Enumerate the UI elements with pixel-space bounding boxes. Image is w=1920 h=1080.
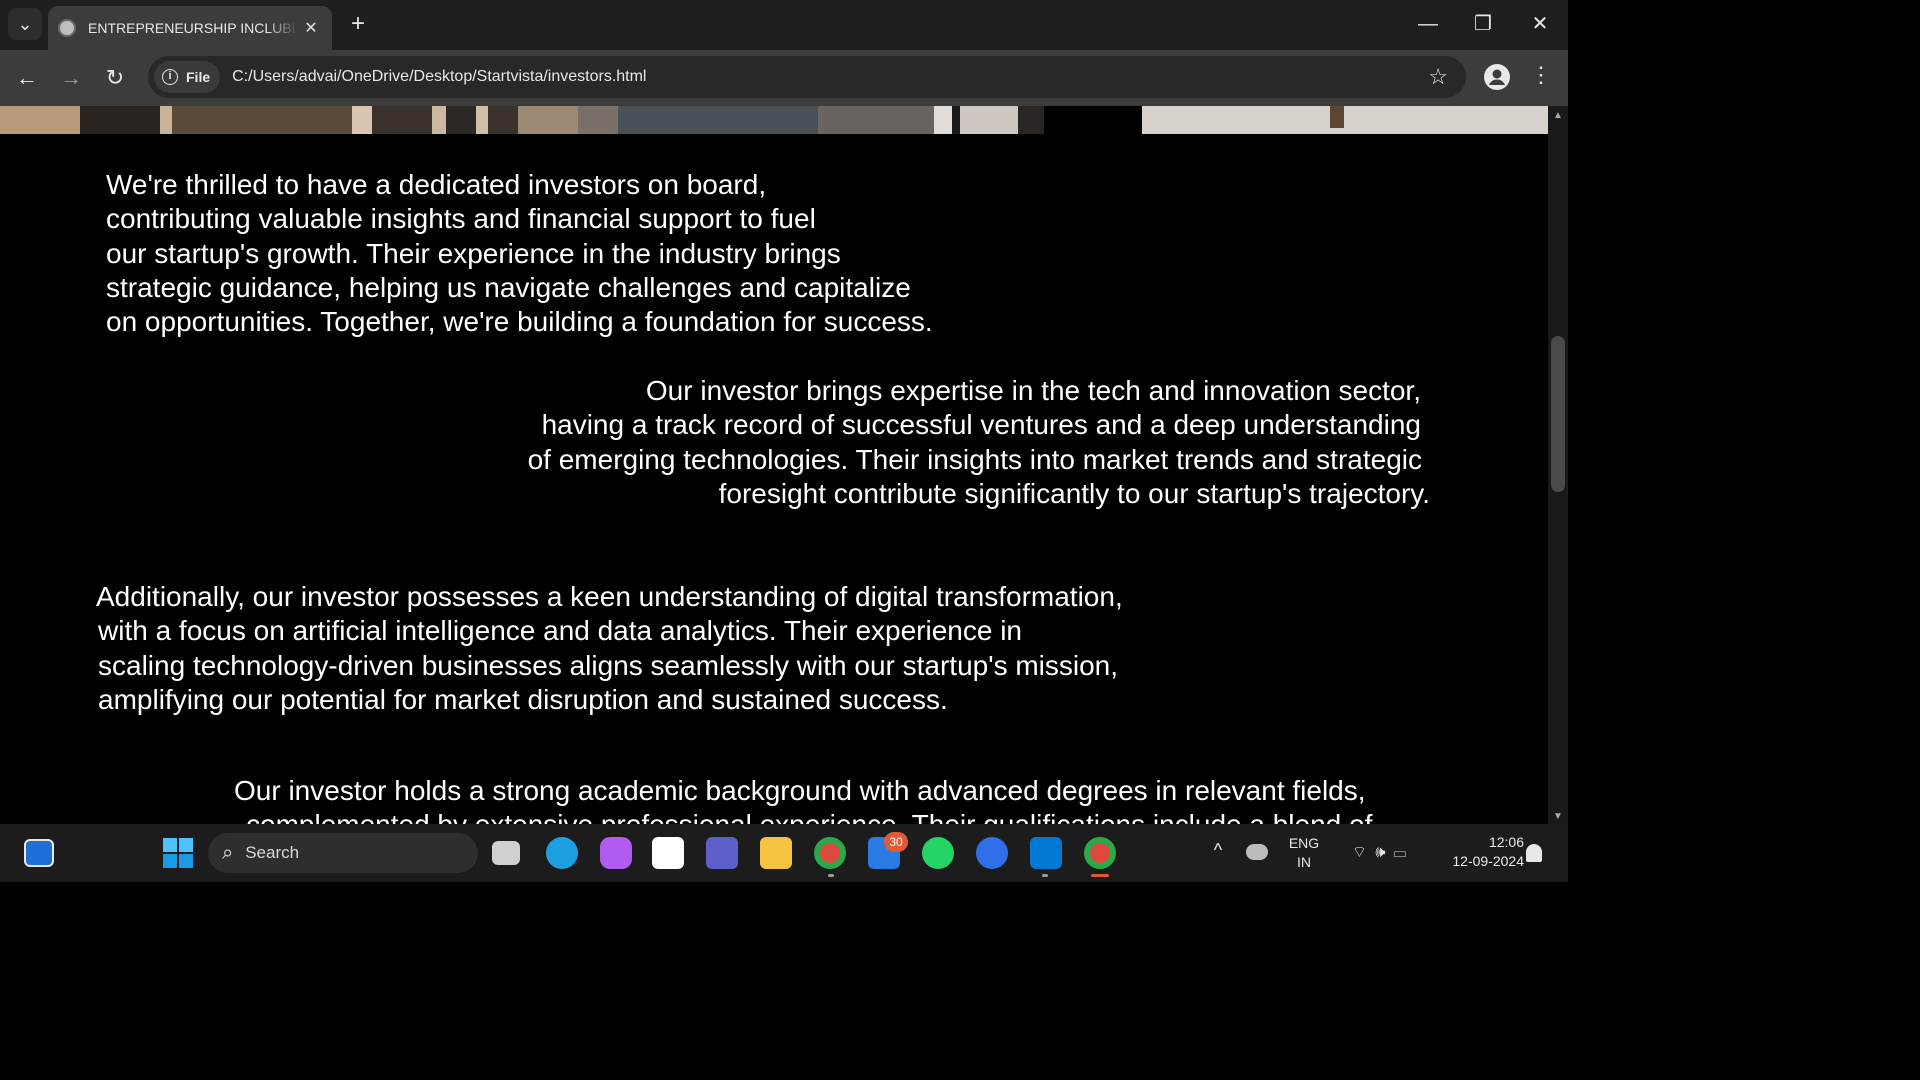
paragraph-line: Additionally, our investor possesses a k… — [96, 581, 1123, 612]
paragraph-line: contributing valuable insights and finan… — [106, 203, 816, 235]
intro-paragraph: We're thrilled to have a dedicated inves… — [106, 168, 933, 339]
paragraph-line: foresight contribute significantly to ou… — [718, 477, 1430, 509]
search-icon: ⌕ — [222, 841, 234, 864]
taskbar-search[interactable]: ⌕ Search — [208, 833, 478, 873]
back-button[interactable]: ← — [13, 64, 41, 92]
notification-badge: 30 — [884, 832, 908, 852]
scroll-down-arrow-icon[interactable]: ▼ — [1548, 811, 1568, 822]
window-close-button[interactable]: ✕ — [1520, 10, 1560, 38]
paragraph-line: complemented by extensive professional e… — [234, 808, 1372, 824]
browser-tab-strip: ⌄ ENTREPRENEURSHIP INCLUBLA ✕ + — ❐ ✕ — [0, 0, 1568, 50]
edge-icon[interactable] — [546, 837, 578, 869]
microsoft-store-icon[interactable] — [652, 837, 684, 869]
onedrive-error-icon[interactable] — [1246, 844, 1268, 860]
paragraph-line: Our investor brings expertise in the tec… — [645, 375, 1421, 406]
new-tab-button[interactable]: + — [344, 12, 372, 36]
info-icon: i — [162, 69, 178, 85]
site-info-label: File — [186, 69, 211, 85]
paragraph-line: having a track record of successful vent… — [541, 409, 1421, 441]
tab-title: ENTREPRENEURSHIP INCLUBLA — [88, 20, 298, 36]
whatsapp-icon[interactable] — [922, 837, 954, 869]
search-label: Search — [245, 843, 300, 862]
app-store-icon[interactable] — [976, 837, 1008, 869]
paragraph-line: strategic guidance, helping us navigate … — [106, 271, 911, 303]
running-indicator — [828, 874, 834, 877]
paragraph-line: amplifying our potential for market disr… — [98, 683, 948, 715]
scroll-up-arrow-icon[interactable]: ▲ — [1548, 110, 1568, 121]
chevron-down-icon: ⌄ — [17, 14, 33, 34]
active-indicator — [1091, 874, 1109, 877]
paragraph-line: our startup's growth. Their experience i… — [106, 237, 841, 269]
language-indicator[interactable]: ENG — [1284, 835, 1324, 851]
paragraph-line: We're thrilled to have a dedicated inves… — [106, 169, 767, 200]
maximize-button[interactable]: ❐ — [1463, 10, 1503, 38]
hero-image-bottom-edge — [0, 106, 1548, 134]
teams-icon[interactable] — [706, 837, 738, 869]
windows-start-icon[interactable] — [162, 837, 194, 869]
widgets-icon[interactable] — [24, 839, 54, 867]
browser-tab-active[interactable]: ENTREPRENEURSHIP INCLUBLA ✕ — [48, 6, 332, 50]
scrollbar-thumb[interactable] — [1551, 336, 1565, 492]
tab-close-button[interactable]: ✕ — [300, 18, 322, 38]
tab-search-button[interactable]: ⌄ — [8, 8, 42, 40]
paragraph-line: scaling technology-driven businesses ali… — [98, 649, 1119, 681]
copilot-icon[interactable] — [600, 837, 632, 869]
vscode-icon[interactable] — [1030, 837, 1062, 869]
url-text[interactable]: C:/Users/advai/OneDrive/Desktop/Startvis… — [232, 68, 646, 86]
browser-menu-icon[interactable]: ⋮ — [1530, 62, 1552, 88]
tray-overflow-chevron-icon[interactable]: ^ — [1208, 840, 1228, 861]
globe-icon — [58, 19, 76, 37]
digital-paragraph: Additionally, our investor possesses a k… — [96, 580, 1123, 717]
profile-avatar-icon[interactable] — [1484, 64, 1510, 90]
windows-taskbar: ⌕ Search 30 ^ ENG IN ⌔ 🕪 ▭ 12:06 12-09-2… — [0, 824, 1568, 882]
notification-bell-icon[interactable] — [1526, 844, 1542, 862]
paragraph-line: Our investor holds a strong academic bac… — [234, 775, 1366, 806]
browser-toolbar: ← → ↻ i File C:/Users/advai/OneDrive/Des… — [0, 50, 1568, 106]
clock-time[interactable]: 12:06 — [1430, 834, 1524, 850]
site-info-chip[interactable]: i File — [154, 61, 221, 93]
bookmark-star-icon[interactable]: ☆ — [1428, 64, 1448, 90]
region-indicator[interactable]: IN — [1284, 854, 1324, 870]
paragraph-line: of emerging technologies. Their insights… — [527, 443, 1422, 475]
reload-button[interactable]: ↻ — [101, 64, 129, 92]
chrome-active-icon[interactable] — [1084, 837, 1116, 869]
page-scrollbar[interactable]: ▲ ▼ — [1548, 106, 1568, 824]
address-bar[interactable]: i File C:/Users/advai/OneDrive/Desktop/S… — [148, 56, 1466, 98]
network-volume-battery-icons[interactable]: ⌔ 🕪 ▭ — [1338, 842, 1422, 862]
paragraph-line: on opportunities. Together, we're buildi… — [106, 306, 933, 338]
paragraph-line: with a focus on artificial intelligence … — [98, 615, 1022, 647]
clock-date[interactable]: 12-09-2024 — [1430, 853, 1524, 869]
page-viewport: We're thrilled to have a dedicated inves… — [0, 106, 1548, 824]
forward-button[interactable]: → — [57, 64, 85, 92]
minimize-button[interactable]: — — [1408, 10, 1448, 38]
expertise-paragraph: Our investor brings expertise in the tec… — [380, 374, 1430, 511]
academic-paragraph: Our investor holds a strong academic bac… — [234, 774, 1372, 824]
running-indicator — [1042, 874, 1048, 877]
task-view-icon[interactable] — [492, 841, 520, 865]
chrome-icon[interactable] — [814, 837, 846, 869]
file-explorer-icon[interactable] — [760, 837, 792, 869]
